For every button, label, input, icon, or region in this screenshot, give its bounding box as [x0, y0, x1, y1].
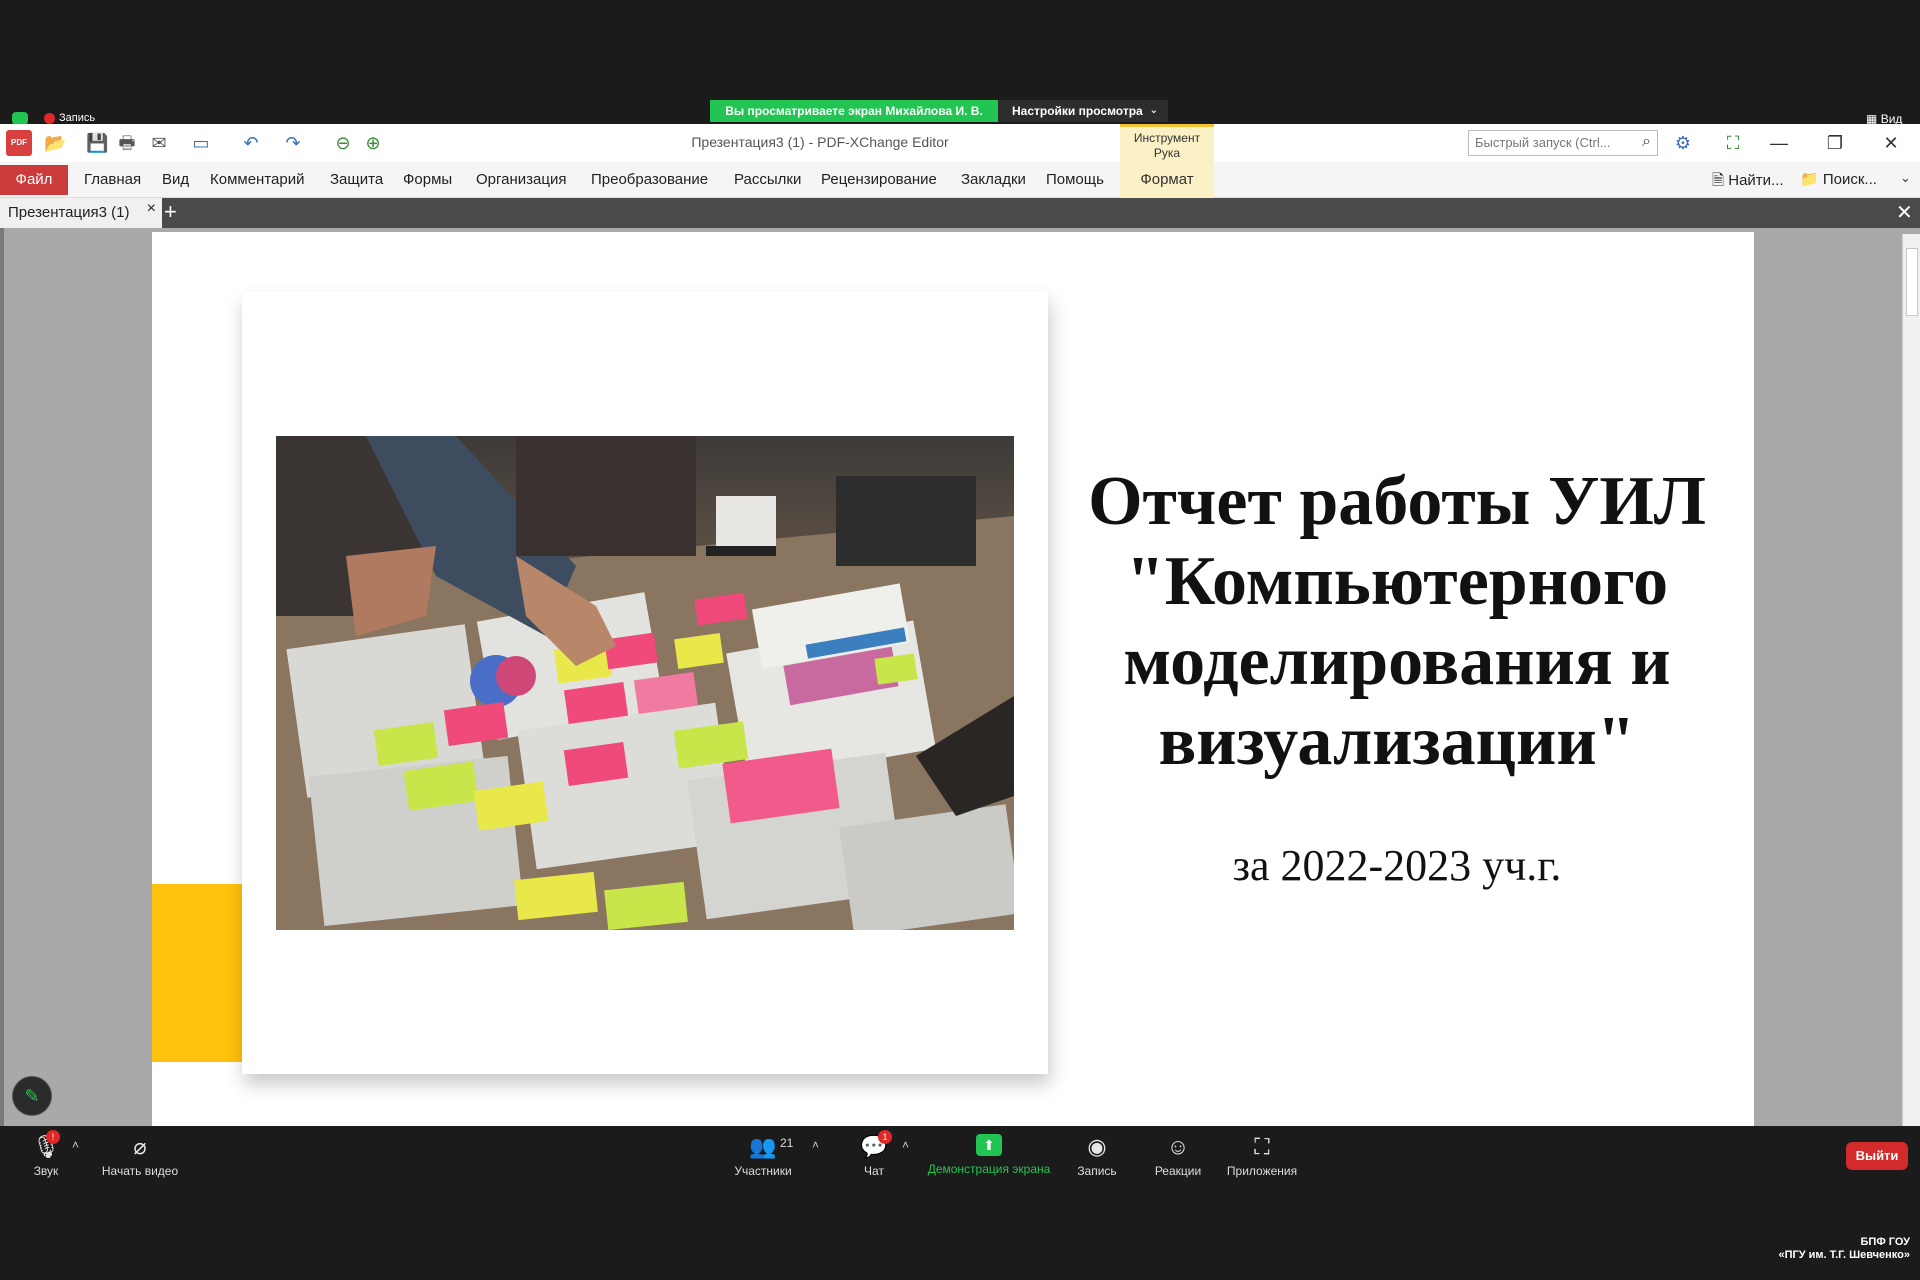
- window-title: Презентация3 (1) - PDF-XChange Editor: [691, 134, 949, 150]
- screen-share-banner: Вы просматриваете экран Михайлова И. В.: [710, 100, 998, 122]
- forward-icon[interactable]: ⊕: [362, 132, 384, 154]
- start-video-button[interactable]: ⌀ Начать видео: [96, 1134, 184, 1178]
- audio-options-caret[interactable]: ˄: [72, 1138, 79, 1152]
- menu-mailings[interactable]: Рассылки: [734, 171, 801, 188]
- hand-tool-contextual-tab[interactable]: Инструмент Рука: [1120, 124, 1214, 162]
- participants-count: 21: [780, 1136, 794, 1150]
- hand-tool-label-1: Инструмент: [1133, 131, 1201, 145]
- restore-button[interactable]: ❐: [1812, 128, 1858, 158]
- video-off-icon: ⌀: [133, 1134, 147, 1159]
- apps-label: Приложения: [1226, 1164, 1298, 1178]
- participants-label: Участники: [734, 1164, 792, 1178]
- audio-warning-badge: !: [46, 1130, 60, 1144]
- find-button[interactable]: 🗎 Найти...: [1712, 170, 1784, 195]
- save-icon[interactable]: 💾: [86, 132, 108, 154]
- record-dot-icon: [44, 112, 55, 124]
- record-icon: ◉: [1087, 1134, 1107, 1159]
- recording-label: Запись: [59, 112, 96, 124]
- back-icon[interactable]: ⊖: [332, 132, 354, 154]
- find-icon: 🗎: [1712, 172, 1725, 189]
- menu-help[interactable]: Помощь: [1046, 171, 1104, 188]
- recording-indicator: Запись: [44, 112, 95, 124]
- menu-organize[interactable]: Организация: [476, 171, 566, 188]
- quick-launch-placeholder: Быстрый запуск (Ctrl...: [1475, 135, 1611, 150]
- photo-card: [242, 292, 1048, 1074]
- email-icon[interactable]: ✉: [148, 132, 170, 154]
- undo-icon[interactable]: ↶: [240, 132, 262, 154]
- search-icon: ⌕: [1642, 133, 1651, 150]
- menu-view[interactable]: Вид: [162, 171, 189, 188]
- share-screen-button[interactable]: ⬆ Демонстрация экрана: [924, 1134, 1054, 1176]
- ribbon-menu-bar: Файл Главная Вид Комментарий Защита Форм…: [0, 162, 1920, 198]
- yellow-accent-bar: [152, 884, 242, 1062]
- document-tab[interactable]: Презентация3 (1) ×: [0, 198, 162, 228]
- tab-format[interactable]: Формат: [1120, 162, 1214, 198]
- menu-review[interactable]: Рецензирование: [821, 171, 937, 188]
- leave-meeting-button[interactable]: Выйти: [1846, 1142, 1908, 1170]
- view-settings-label: Настройки просмотра: [1012, 104, 1143, 118]
- chat-unread-badge: 1: [878, 1130, 892, 1144]
- reactions-label: Реакции: [1154, 1164, 1202, 1178]
- search-label: Поиск...: [1822, 171, 1877, 188]
- chevron-down-icon: ⌄: [1149, 105, 1158, 116]
- title-bar: PDF 📂 💾 🖶 ✉ ▭ ↶ ↷ ⊖ ⊕ Презентация3 (1) -…: [0, 124, 1920, 162]
- slide-subtitle: за 2022-2023 уч.г.: [1232, 841, 1562, 890]
- hand-tool-label-2: Рука: [1153, 146, 1181, 160]
- pdf-editor-window: PDF 📂 💾 🖶 ✉ ▭ ↶ ↷ ⊖ ⊕ Презентация3 (1) -…: [0, 124, 1920, 1132]
- record-label: Запись: [1077, 1164, 1117, 1178]
- reactions-button[interactable]: ☺ Реакции: [1150, 1134, 1206, 1178]
- meeting-controls-toolbar: 🎙 Звук ! ˄ ⌀ Начать видео 👥 Участники 21…: [0, 1126, 1920, 1196]
- folder-search-icon: 📁: [1800, 171, 1819, 188]
- fullscreen-icon[interactable]: ⛶: [1722, 132, 1744, 154]
- open-folder-icon[interactable]: 📂: [44, 132, 66, 154]
- view-settings-dropdown[interactable]: Настройки просмотра ⌄: [998, 100, 1168, 122]
- annotate-pencil-icon[interactable]: ✎: [12, 1076, 52, 1116]
- menu-convert[interactable]: Преобразование: [591, 171, 708, 188]
- search-button[interactable]: 📁 Поиск...: [1800, 170, 1877, 188]
- share-screen-icon: ⬆: [976, 1134, 1002, 1156]
- chevron-down-icon[interactable]: ⌄: [1900, 170, 1911, 186]
- slide-title: Отчет работы УИЛ "Компьютерного моделиро…: [1088, 463, 1706, 780]
- menu-comment[interactable]: Комментарий: [210, 171, 304, 188]
- watermark-line-2: «ПГУ им. Т.Г. Шевченко»: [1778, 1249, 1910, 1261]
- find-label: Найти...: [1728, 172, 1784, 189]
- scrollbar-thumb[interactable]: [1906, 248, 1918, 316]
- print-icon[interactable]: 🖶: [116, 132, 138, 154]
- minimize-button[interactable]: —: [1756, 128, 1802, 158]
- chat-options-caret[interactable]: ˄: [902, 1138, 909, 1152]
- team-planning-photo: [276, 436, 1014, 930]
- scan-icon[interactable]: ▭: [190, 132, 212, 154]
- apps-button[interactable]: ⛶ Приложения: [1222, 1134, 1302, 1178]
- close-window-button[interactable]: ✕: [1868, 128, 1914, 158]
- redo-icon[interactable]: ↷: [282, 132, 304, 154]
- menu-file[interactable]: Файл: [0, 165, 68, 195]
- slide-page: Отчет работы УИЛ "Компьютерного моделиро…: [152, 232, 1754, 1132]
- menu-home[interactable]: Главная: [84, 171, 141, 188]
- app-logo-icon[interactable]: PDF: [6, 130, 32, 156]
- menu-protect[interactable]: Защита: [330, 171, 383, 188]
- settings-icon[interactable]: ⚙: [1672, 132, 1694, 154]
- photo-illustration: [276, 436, 1014, 930]
- menu-bookmarks[interactable]: Закладки: [961, 171, 1026, 188]
- record-button[interactable]: ◉ Запись: [1072, 1134, 1122, 1178]
- start-video-label: Начать видео: [101, 1164, 179, 1178]
- audio-label: Звук: [33, 1164, 59, 1178]
- document-viewer[interactable]: Отчет работы УИЛ "Компьютерного моделиро…: [0, 228, 1920, 1132]
- apps-icon: ⛶: [1254, 1134, 1270, 1159]
- reactions-icon: ☺: [1166, 1134, 1190, 1159]
- close-tab-icon[interactable]: ×: [147, 200, 156, 218]
- vertical-scrollbar[interactable]: [1902, 234, 1920, 1126]
- document-tab-bar: Презентация3 (1) × + ✕: [0, 198, 1920, 228]
- close-document-icon[interactable]: ✕: [1896, 200, 1913, 225]
- participants-options-caret[interactable]: ˄: [812, 1138, 819, 1152]
- watermark-line-1: БПФ ГОУ: [1860, 1236, 1910, 1248]
- new-tab-plus-icon[interactable]: +: [164, 200, 182, 224]
- menu-forms[interactable]: Формы: [403, 171, 452, 188]
- quick-launch-input[interactable]: Быстрый запуск (Ctrl... ⌕: [1468, 130, 1658, 156]
- chat-label: Чат: [864, 1164, 884, 1178]
- institution-watermark: БПФ ГОУ «ПГУ им. Т.Г. Шевченко»: [1700, 1236, 1910, 1262]
- document-tab-label: Презентация3 (1): [8, 204, 130, 221]
- share-screen-label: Демонстрация экрана: [927, 1162, 1051, 1176]
